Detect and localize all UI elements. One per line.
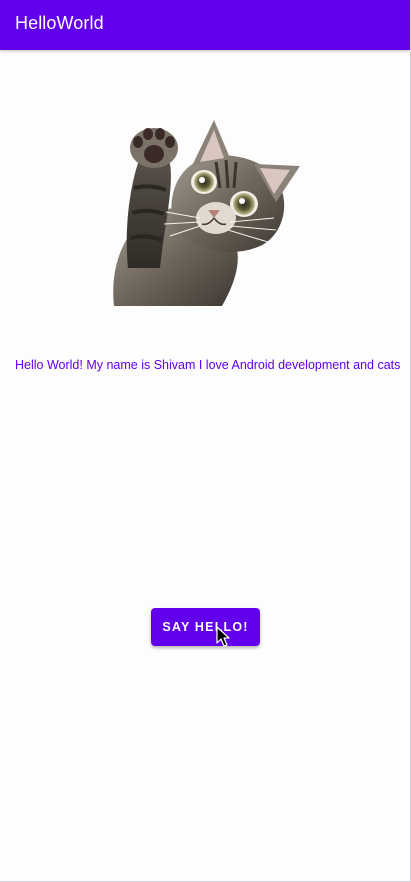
say-hello-button[interactable]: SAY HELLO! [151, 608, 260, 646]
cat-image [113, 120, 300, 306]
mouse-pointer-icon [216, 626, 230, 647]
app-bar: HelloWorld [0, 0, 410, 50]
app-title: HelloWorld [15, 13, 104, 33]
app-screen: HelloWorld Hello World! My name is Shiva… [0, 0, 411, 882]
greeting-text: Hello World! My name is Shivam I love An… [15, 358, 401, 372]
